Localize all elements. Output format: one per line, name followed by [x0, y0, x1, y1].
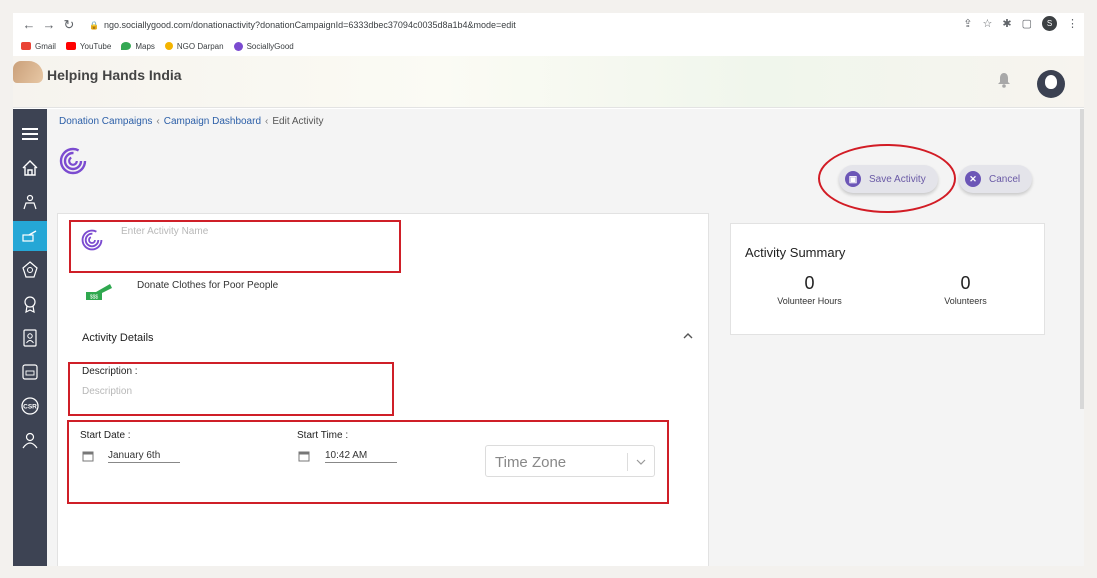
award-icon[interactable]: [13, 289, 47, 319]
star-icon[interactable]: ☆: [983, 17, 993, 30]
campaign-name: Donate Clothes for Poor People: [137, 280, 279, 291]
campaign-logo-icon: [59, 147, 87, 175]
user-avatar[interactable]: [1037, 70, 1065, 98]
contacts-icon[interactable]: [13, 323, 47, 353]
annotation-activity-name-highlight: [69, 220, 401, 273]
profile-avatar[interactable]: S: [1042, 16, 1057, 31]
bell-icon[interactable]: [997, 72, 1011, 88]
ngo-darpan-icon: [164, 42, 173, 50]
extensions-icon[interactable]: ✱: [1002, 17, 1011, 30]
share-icon[interactable]: ⇪: [963, 17, 972, 30]
breadcrumb-edit-activity: Edit Activity: [272, 116, 324, 127]
sidebar: CSR: [13, 109, 47, 566]
browser-actions: ⇪ ☆ ✱ ▢ S ⋮: [963, 16, 1078, 31]
breadcrumb-donation-campaigns[interactable]: Donation Campaigns: [59, 116, 152, 127]
bookmark-ngo-darpan[interactable]: NGO Darpan: [164, 42, 224, 51]
browser-toolbar: ← → ↻ 🔒 ngo.sociallygood.com/donationact…: [13, 13, 1084, 36]
bookmark-maps[interactable]: Maps: [121, 42, 155, 51]
helping-hands-logo: [13, 61, 43, 83]
bookmark-youtube[interactable]: YouTube: [65, 42, 111, 51]
breadcrumb: Donation Campaigns ‹ Campaign Dashboard ‹ Ed…: [59, 116, 324, 127]
browser-window: ← → ↻ 🔒 ngo.sociallygood.com/donationact…: [13, 13, 1084, 566]
activity-details-title: Activity Details: [82, 332, 154, 344]
forward-icon[interactable]: →: [39, 17, 59, 32]
ngo-icon[interactable]: [13, 357, 47, 387]
summary-title: Activity Summary: [745, 245, 846, 260]
volunteers-label: Volunteers: [944, 296, 987, 306]
app-header: Helping Hands India: [13, 56, 1084, 108]
bookmarks-bar: Gmail YouTube Maps NGO Darpan SociallyGo…: [13, 36, 1084, 56]
reload-icon[interactable]: ↻: [59, 17, 79, 33]
bookmark-gmail[interactable]: Gmail: [21, 42, 56, 51]
cancel-button[interactable]: ✕ Cancel: [959, 165, 1033, 193]
donation-icon[interactable]: [13, 221, 47, 251]
menu-icon[interactable]: ⋮: [1067, 17, 1078, 30]
breadcrumb-campaign-dashboard[interactable]: Campaign Dashboard: [164, 116, 261, 127]
scrollbar[interactable]: [1080, 109, 1084, 409]
address-bar[interactable]: 🔒 ngo.sociallygood.com/donationactivity?…: [89, 15, 1001, 35]
chevron-up-icon[interactable]: [682, 332, 694, 340]
badge-icon[interactable]: [13, 255, 47, 285]
users-icon[interactable]: [13, 425, 47, 455]
volunteer-icon[interactable]: [13, 187, 47, 217]
volunteer-hours-stat: 0 Volunteer Hours: [745, 273, 874, 306]
home-icon[interactable]: [13, 153, 47, 183]
youtube-icon: [65, 42, 76, 50]
volunteer-hours-value: 0: [804, 273, 815, 293]
donate-hand-icon: $$$: [86, 284, 112, 301]
annotation-date-time-highlight: [67, 420, 669, 504]
gmail-icon: [21, 42, 31, 50]
sociallygood-icon: [233, 41, 243, 51]
back-icon[interactable]: ←: [19, 17, 39, 32]
svg-text:CSR: CSR: [23, 404, 37, 411]
bookmark-sociallygood[interactable]: SociallyGood: [233, 41, 294, 51]
main-content: Donation Campaigns ‹ Campaign Dashboard ‹ Ed…: [47, 109, 1084, 566]
annotation-save-highlight: [818, 144, 956, 213]
svg-text:$$$: $$$: [90, 295, 99, 301]
url-text: ngo.sociallygood.com/donationactivity?do…: [103, 20, 516, 30]
sidepanel-icon[interactable]: ▢: [1022, 17, 1032, 30]
csr-icon[interactable]: CSR: [13, 391, 47, 421]
maps-icon: [121, 42, 132, 50]
volunteers-value: 0: [960, 273, 971, 293]
activity-summary-card: Activity Summary 0 Volunteer Hours 0 Vol…: [730, 223, 1045, 335]
annotation-description-highlight: [68, 362, 394, 416]
volunteers-stat: 0 Volunteers: [901, 273, 1030, 306]
brand-name: Helping Hands India: [47, 67, 182, 83]
hamburger-icon[interactable]: [13, 119, 47, 149]
lock-icon: 🔒: [89, 20, 99, 30]
close-icon: ✕: [965, 171, 981, 187]
volunteer-hours-label: Volunteer Hours: [777, 296, 842, 306]
